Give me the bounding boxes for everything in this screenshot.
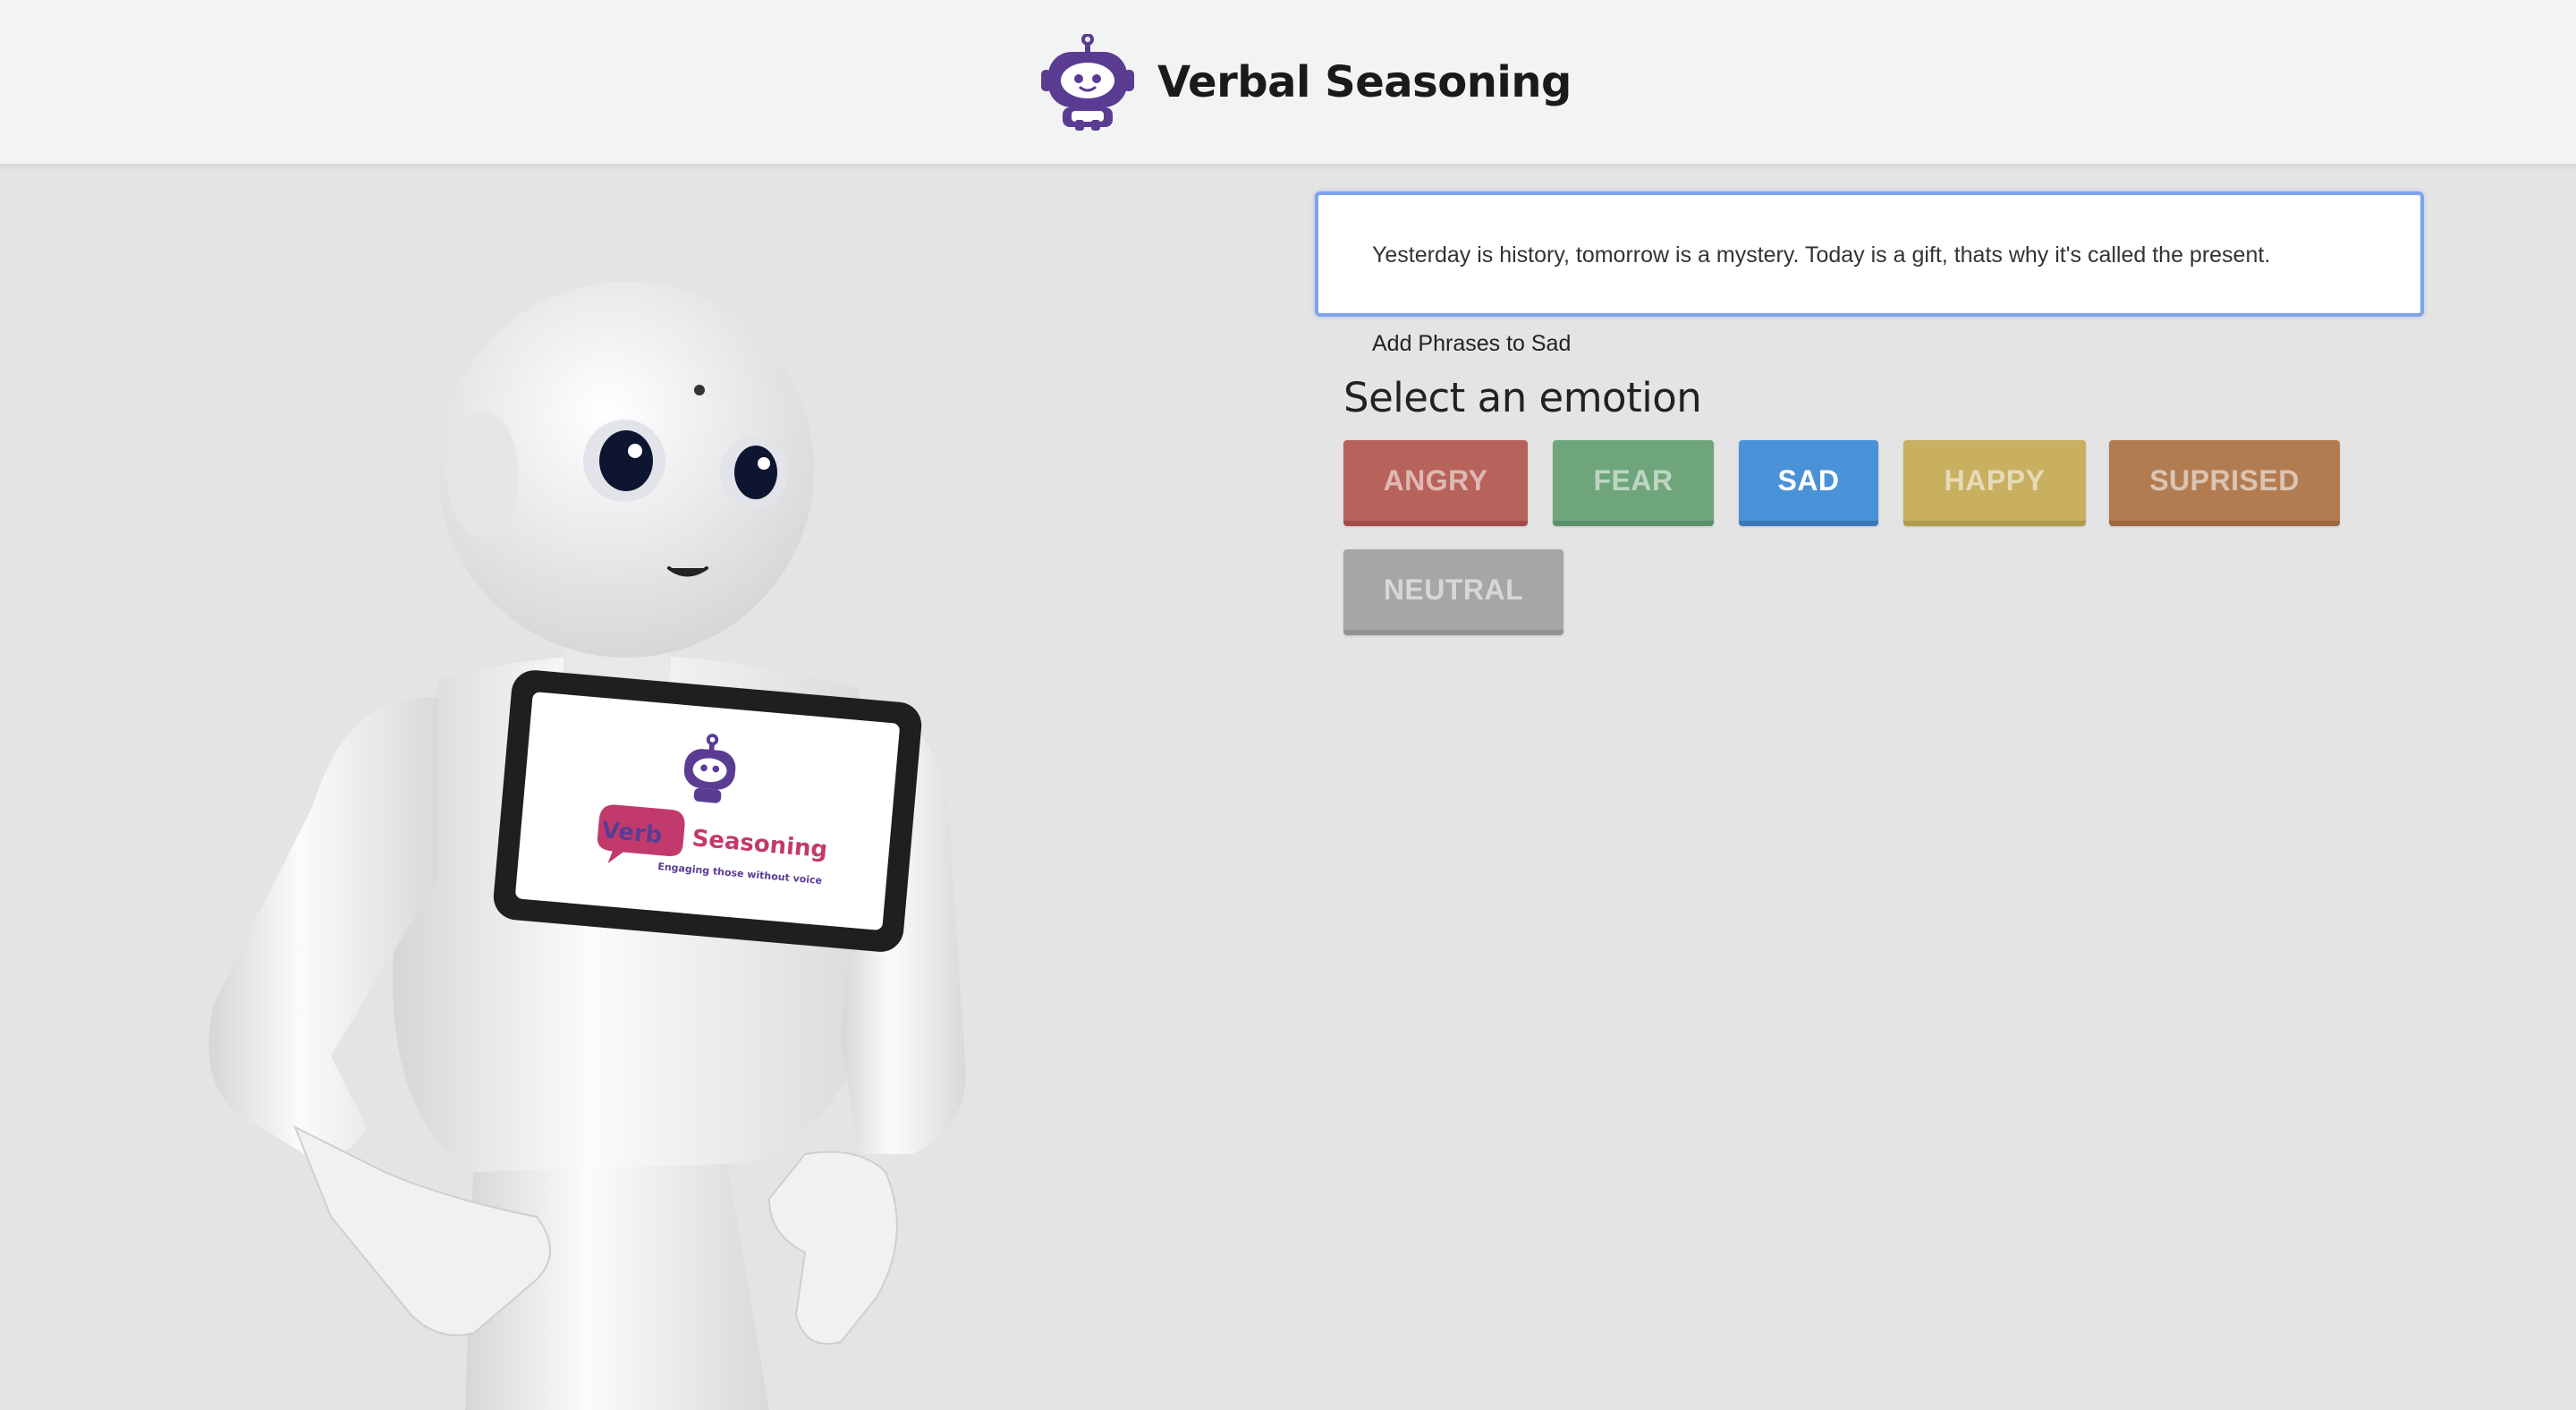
select-emotion-title: Select an emotion <box>1343 374 1702 421</box>
app-header: Verbal Seasoning <box>0 0 2576 166</box>
add-phrases-label: Add Phrases to Sad <box>1372 331 1572 356</box>
app-title: Verbal Seasoning <box>1157 57 1572 107</box>
emotion-button-angry[interactable]: ANGRY <box>1343 440 1528 526</box>
brand[interactable]: Verbal Seasoning <box>1041 34 1572 131</box>
emotion-button-fear[interactable]: FEAR <box>1553 440 1714 526</box>
emotion-button-neutral[interactable]: NEUTRAL <box>1343 549 1563 635</box>
emotion-button-happy[interactable]: HAPPY <box>1903 440 2086 526</box>
robot-illustration: Verb al Seasoning Engaging those without… <box>208 282 966 1410</box>
screen-logo-text-a: Verb <box>600 817 663 849</box>
robot-logo-icon <box>1041 34 1134 131</box>
emotion-button-sad[interactable]: SAD <box>1739 440 1878 526</box>
phrase-input[interactable]: Yesterday is history, tomorrow is a myst… <box>1315 191 2424 317</box>
emotion-button-suprised[interactable]: SUPRISED <box>2109 440 2340 526</box>
